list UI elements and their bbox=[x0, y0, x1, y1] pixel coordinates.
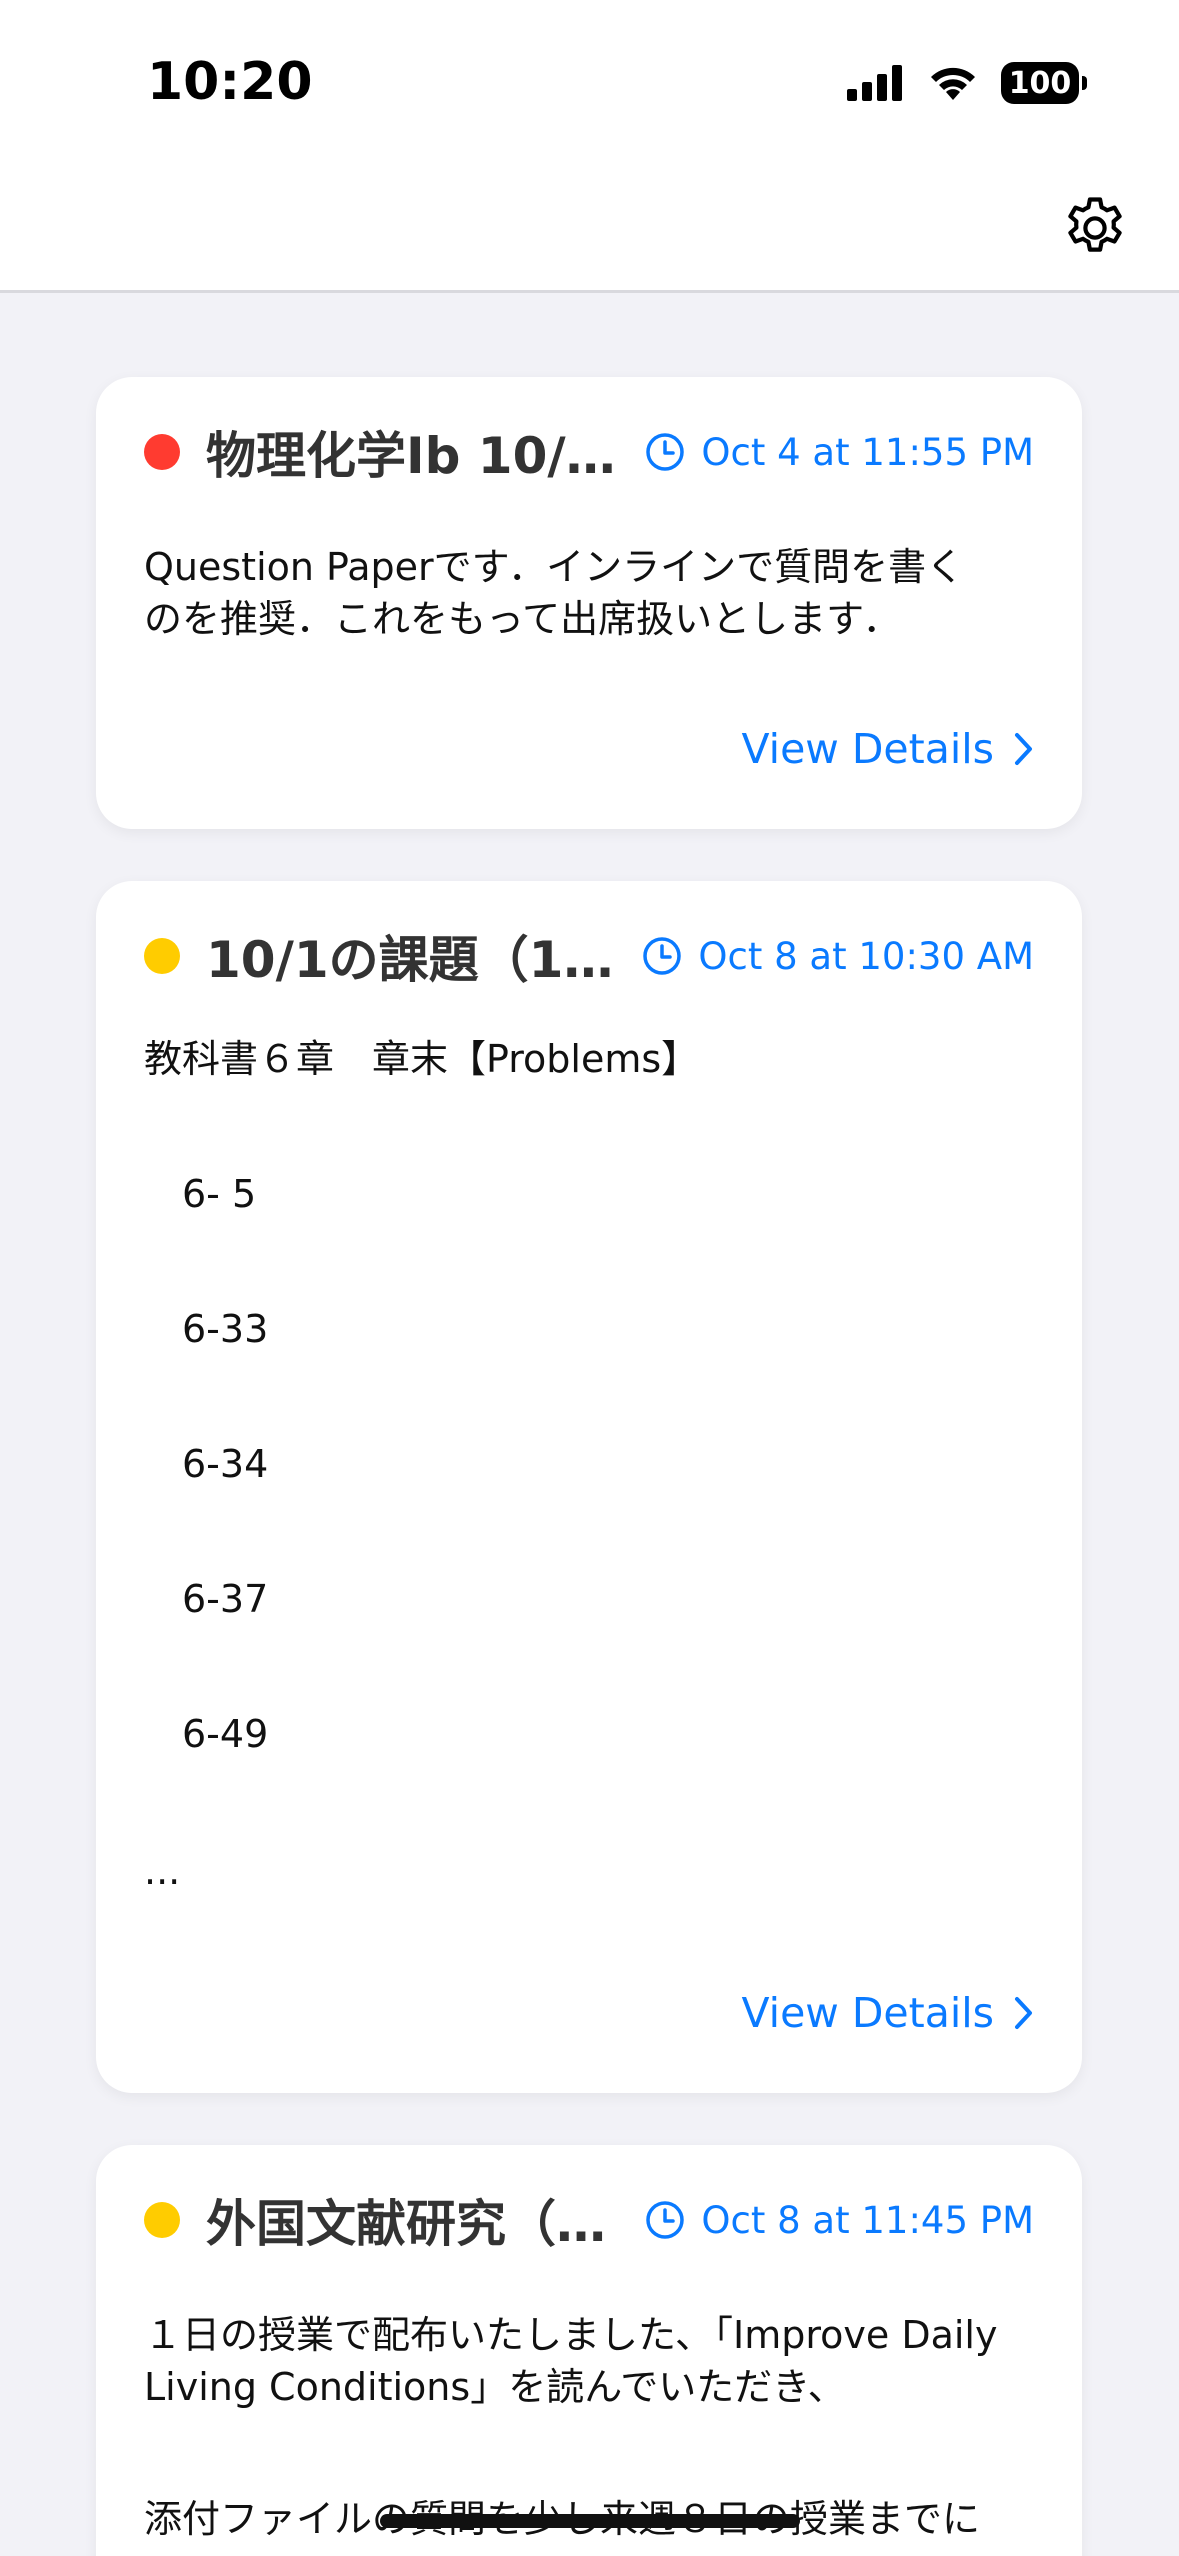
screen: 10:20 100 物理化学Ib 10/3... Oct 4 at 11:55 … bbox=[0, 0, 1179, 2556]
gear-icon[interactable] bbox=[1059, 192, 1131, 264]
description-line: １日の授業で配布いたしました､「Improve Daily bbox=[144, 2313, 998, 2357]
clock-icon bbox=[646, 2201, 685, 2239]
priority-dot-yellow bbox=[144, 938, 180, 974]
due-date-text: Oct 8 at 11:45 PM bbox=[701, 2198, 1034, 2242]
assignment-description: 教科書６章 章末【Problems】 6- 5 6-33 6-34 6-37 6… bbox=[144, 1033, 1034, 1897]
status-time: 10:20 bbox=[147, 52, 313, 112]
card-header: 外国文献研究（公… Oct 8 at 11:45 PM bbox=[144, 2145, 1034, 2295]
chevron-right-icon bbox=[1015, 1997, 1032, 2029]
due-date-text: Oct 4 at 11:55 PM bbox=[701, 430, 1034, 474]
assignment-description: Question Paperです．インラインで質問を書く のを推奨．これをもって… bbox=[144, 541, 1034, 645]
assignment-card[interactable]: 外国文献研究（公… Oct 8 at 11:45 PM １日の授業で配布いたしま… bbox=[96, 2145, 1082, 2556]
clock-icon bbox=[646, 433, 685, 471]
battery-icon: 100 bbox=[1001, 62, 1087, 104]
priority-dot-red bbox=[144, 434, 180, 470]
home-indicator[interactable] bbox=[380, 2514, 800, 2528]
battery-level: 100 bbox=[1008, 65, 1072, 101]
top-bar: 10:20 100 bbox=[0, 0, 1179, 293]
wifi-icon bbox=[931, 67, 975, 100]
due-date: Oct 8 at 10:30 AM bbox=[642, 935, 1034, 978]
view-details-button[interactable]: View Details bbox=[742, 725, 1034, 773]
assignment-title: 外国文献研究（公… bbox=[206, 2195, 628, 2253]
due-date: Oct 4 at 11:55 PM bbox=[645, 431, 1034, 474]
cellular-signal-icon bbox=[847, 65, 902, 101]
description-heading: 教科書６章 章末【Problems】 bbox=[144, 1037, 700, 1081]
card-header: 物理化学Ib 10/3... Oct 4 at 11:55 PM bbox=[144, 377, 1034, 527]
chevron-right-icon bbox=[1015, 733, 1032, 765]
description-line: Living Conditions」を読んでいただき、 bbox=[144, 2365, 846, 2409]
description-ellipsis: ... bbox=[144, 1849, 181, 1893]
status-icons: 100 bbox=[847, 62, 1087, 104]
problem-item: 6-33 bbox=[182, 1307, 269, 1351]
assignment-card[interactable]: 10/1の課題（10/... Oct 8 at 10:30 AM 教科書６章 章… bbox=[96, 881, 1082, 2093]
card-header: 10/1の課題（10/... Oct 8 at 10:30 AM bbox=[144, 881, 1034, 1031]
assignment-card[interactable]: 物理化学Ib 10/3... Oct 4 at 11:55 PM Questio… bbox=[96, 377, 1082, 829]
view-details-button[interactable]: View Details bbox=[742, 1989, 1034, 2037]
problem-item: 6-37 bbox=[182, 1577, 269, 1621]
view-details-label: View Details bbox=[741, 1989, 994, 2037]
problem-item: 6-49 bbox=[182, 1712, 269, 1756]
due-date: Oct 8 at 11:45 PM bbox=[645, 2199, 1034, 2242]
description-line: のを推奨．これをもって出席扱いとします． bbox=[144, 597, 901, 641]
due-date-text: Oct 8 at 10:30 AM bbox=[698, 934, 1034, 978]
assignment-title: 10/1の課題（10/... bbox=[206, 931, 624, 989]
problem-item: 6-34 bbox=[182, 1442, 269, 1486]
assignment-list: 物理化学Ib 10/3... Oct 4 at 11:55 PM Questio… bbox=[0, 293, 1179, 2556]
view-details-label: View Details bbox=[741, 725, 994, 773]
assignment-title: 物理化学Ib 10/3... bbox=[206, 427, 628, 485]
assignment-description: １日の授業で配布いたしました､「Improve Daily Living Con… bbox=[144, 2309, 1034, 2545]
problem-item: 6- 5 bbox=[182, 1172, 257, 1216]
clock-icon bbox=[643, 937, 682, 975]
description-line: Question Paperです．インラインで質問を書く bbox=[144, 545, 965, 589]
priority-dot-yellow bbox=[144, 2202, 180, 2238]
